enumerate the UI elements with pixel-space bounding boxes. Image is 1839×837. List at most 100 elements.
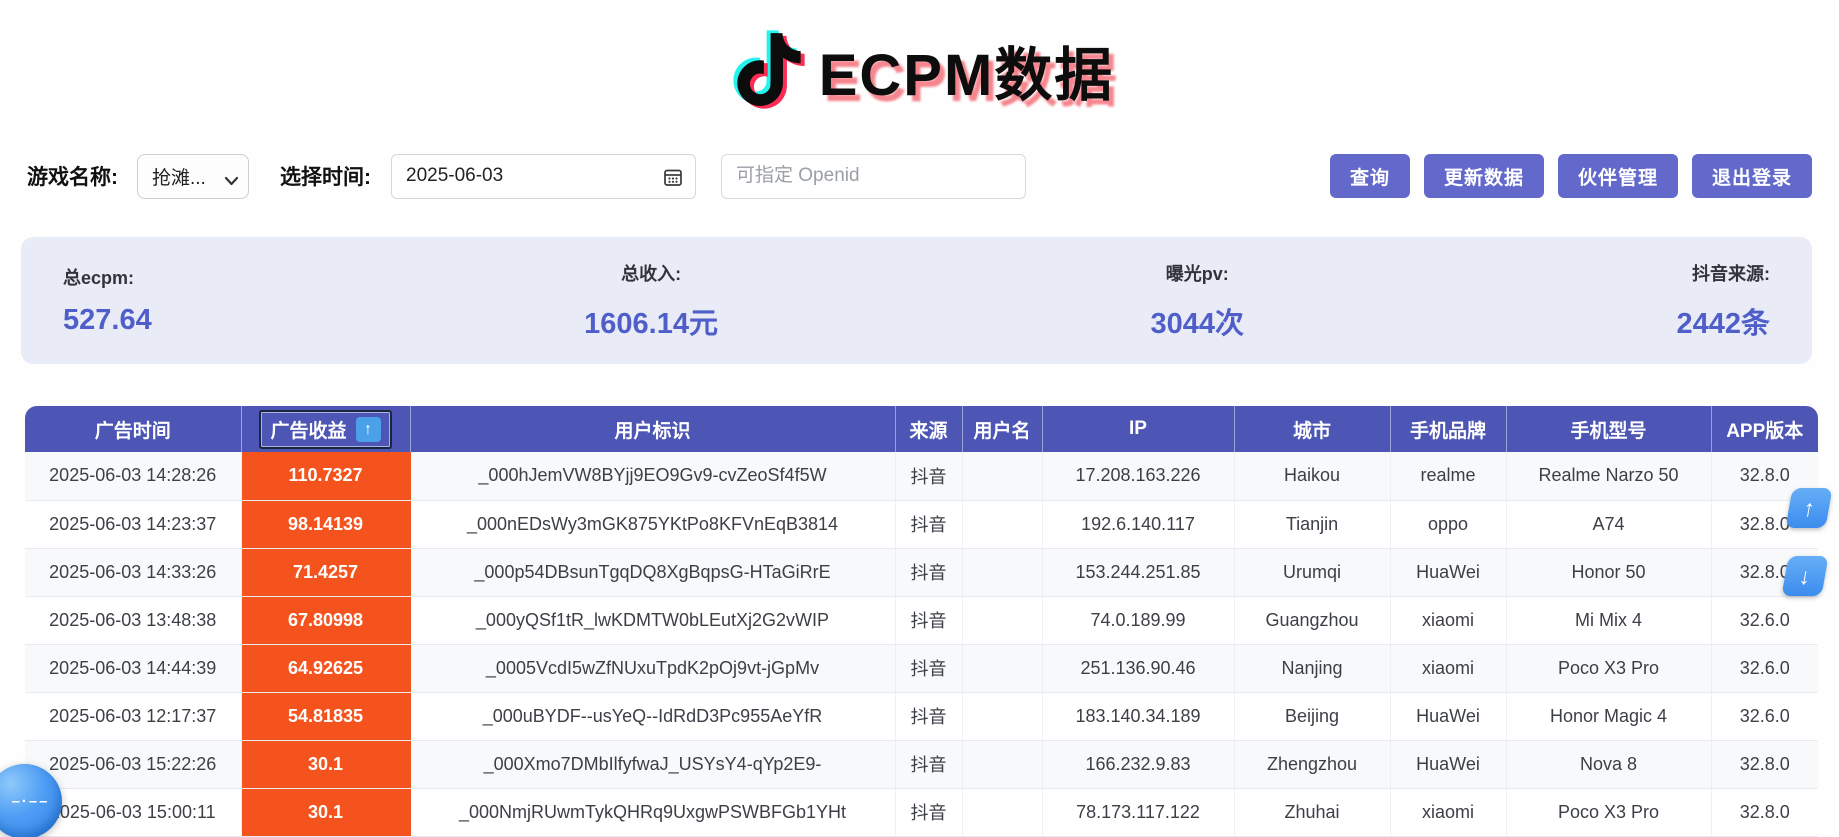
cell-ip: 251.136.90.46 — [1042, 644, 1234, 692]
col-ad-revenue-label: 广告收益 — [270, 416, 346, 443]
cell-source: 抖音 — [895, 788, 962, 836]
cell-phone-model: A74 — [1506, 500, 1711, 548]
openid-input[interactable] — [721, 154, 1026, 199]
cell-username — [962, 692, 1042, 740]
cell-ad-time: 2025-06-03 14:33:26 — [25, 548, 241, 596]
cell-app-version: 32.6.0 — [1711, 644, 1818, 692]
cell-ad-revenue: 110.7327 — [241, 452, 410, 500]
cell-phone-brand: oppo — [1390, 500, 1506, 548]
stat-label: 曝光pv: — [1150, 260, 1244, 286]
table-body: 2025-06-03 14:28:26110.7327_000hJemVW8BY… — [25, 452, 1818, 836]
game-select-value: 抢滩... — [152, 163, 206, 190]
cell-username — [962, 500, 1042, 548]
cell-city: Urumqi — [1234, 548, 1390, 596]
cell-phone-brand: HuaWei — [1390, 548, 1506, 596]
cell-ad-time: 2025-06-03 14:23:37 — [25, 500, 241, 548]
stat-total-ecpm: 总ecpm: 527.64 — [63, 264, 152, 337]
cell-phone-model: Poco X3 Pro — [1506, 788, 1711, 836]
logout-button[interactable]: 退出登录 — [1692, 154, 1812, 198]
cell-ip: 183.140.34.189 — [1042, 692, 1234, 740]
cell-phone-model: Honor Magic 4 — [1506, 692, 1711, 740]
stat-exposure-pv: 曝光pv: 3044次 — [1150, 260, 1244, 342]
cell-ad-time: 2025-06-03 15:22:26 — [25, 740, 241, 788]
col-phone-model: 手机型号 — [1506, 406, 1711, 452]
date-value: 2025-06-03 — [406, 165, 503, 187]
stat-label: 总ecpm: — [63, 264, 152, 290]
cell-source: 抖音 — [895, 500, 962, 548]
cell-app-version: 32.6.0 — [1711, 596, 1818, 644]
scroll-to-top-button[interactable]: ↑ — [1785, 488, 1832, 528]
cell-source: 抖音 — [895, 596, 962, 644]
stat-value: 1606.14元 — [584, 300, 718, 342]
cell-username — [962, 452, 1042, 500]
col-ad-revenue: 广告收益 ↑ — [241, 406, 410, 452]
cell-app-version: 32.8.0 — [1711, 740, 1818, 788]
cell-source: 抖音 — [895, 548, 962, 596]
cell-ad-revenue: 64.92625 — [241, 644, 410, 692]
cell-ip: 74.0.189.99 — [1042, 596, 1234, 644]
cell-ad-time: 2025-06-03 14:28:26 — [25, 452, 241, 500]
cell-city: Zhengzhou — [1234, 740, 1390, 788]
col-user-id: 用户标识 — [410, 406, 895, 452]
cell-user-id: _000uBYDF--usYeQ--IdRdD3Pc955AeYfR — [410, 692, 895, 740]
cell-app-version: 32.6.0 — [1711, 692, 1818, 740]
query-button[interactable]: 查询 — [1330, 154, 1410, 198]
col-phone-brand: 手机品牌 — [1390, 406, 1506, 452]
cell-ip: 192.6.140.117 — [1042, 500, 1234, 548]
stat-label: 总收入: — [584, 260, 718, 286]
cell-phone-model: Realme Narzo 50 — [1506, 452, 1711, 500]
scroll-to-bottom-button[interactable]: ↓ — [1781, 556, 1828, 596]
cell-username — [962, 548, 1042, 596]
cell-city: Beijing — [1234, 692, 1390, 740]
cell-app-version: 32.8.0 — [1711, 788, 1818, 836]
cell-source: 抖音 — [895, 692, 962, 740]
date-input[interactable]: 2025-06-03 — [391, 154, 696, 199]
cell-phone-brand: xiaomi — [1390, 788, 1506, 836]
stat-douyin-source: 抖音来源: 2442条 — [1676, 260, 1770, 342]
cell-ip: 153.244.251.85 — [1042, 548, 1234, 596]
cell-city: Zhuhai — [1234, 788, 1390, 836]
table-row: 2025-06-03 12:17:3754.81835_000uBYDF--us… — [25, 692, 1818, 740]
cell-ad-revenue: 54.81835 — [241, 692, 410, 740]
cell-phone-brand: xiaomi — [1390, 644, 1506, 692]
col-app-version: APP版本 — [1711, 406, 1818, 452]
cell-ad-revenue: 67.80998 — [241, 596, 410, 644]
cell-phone-model: Honor 50 — [1506, 548, 1711, 596]
cell-ad-revenue: 30.1 — [241, 740, 410, 788]
ecpm-dashboard-page: ECPM数据 游戏名称: 抢滩... 选择时间: 2025-06-03 查询 更… — [0, 0, 1839, 837]
cell-user-id: _000p54DBsunTgqDQ8XgBqpsG-HTaGiRrE — [410, 548, 895, 596]
cell-ad-time: 2025-06-03 12:17:37 — [25, 692, 241, 740]
table-row: 2025-06-03 14:44:3964.92625_0005VcdI5wZf… — [25, 644, 1818, 692]
table-row: 2025-06-03 14:28:26110.7327_000hJemVW8BY… — [25, 452, 1818, 500]
cell-ip: 78.173.117.122 — [1042, 788, 1234, 836]
chevron-down-icon — [224, 170, 239, 192]
cell-user-id: _000nEDsWy3mGK875YKtPo8KFVnEqB3814 — [410, 500, 895, 548]
cell-phone-brand: HuaWei — [1390, 740, 1506, 788]
table-row: 2025-06-03 15:00:1130.1_000NmjRUwmTykQHR… — [25, 788, 1818, 836]
stat-value: 3044次 — [1150, 300, 1244, 342]
cell-user-id: _000Xmo7DMbIlfyfwaJ_USYsY4-qYp2E9- — [410, 740, 895, 788]
cell-username — [962, 596, 1042, 644]
refresh-data-button[interactable]: 更新数据 — [1424, 154, 1544, 198]
cell-user-id: _000NmjRUwmTykQHRq9UxgwPSWBFGb1YHt — [410, 788, 895, 836]
table-header: 广告时间 广告收益 ↑ 用户标识 来源 用户名 IP 城市 手机品牌 手机型号 … — [25, 406, 1818, 452]
table-row: 2025-06-03 14:33:2671.4257_000p54DBsunTg… — [25, 548, 1818, 596]
cell-user-id: _000hJemVW8BYjj9EO9Gv9-cvZeoSf4f5W — [410, 452, 895, 500]
sort-ascending-button[interactable]: ↑ — [356, 417, 381, 442]
cell-phone-model: Poco X3 Pro — [1506, 644, 1711, 692]
cell-phone-brand: xiaomi — [1390, 596, 1506, 644]
time-label: 选择时间: — [280, 161, 371, 191]
partner-manage-button[interactable]: 伙伴管理 — [1558, 154, 1678, 198]
stat-value: 2442条 — [1676, 300, 1770, 342]
calendar-icon — [663, 167, 683, 187]
game-name-label: 游戏名称: — [27, 161, 118, 191]
col-source: 来源 — [895, 406, 962, 452]
page-header: ECPM数据 — [0, 0, 1839, 117]
game-select[interactable]: 抢滩... — [137, 154, 249, 199]
cell-username — [962, 740, 1042, 788]
revenue-sort-box: 广告收益 ↑ — [259, 410, 391, 449]
cell-city: Tianjin — [1234, 500, 1390, 548]
ecpm-table-container: 广告时间 广告收益 ↑ 用户标识 来源 用户名 IP 城市 手机品牌 手机型号 … — [25, 406, 1812, 837]
cell-source: 抖音 — [895, 740, 962, 788]
table-row: 2025-06-03 13:48:3867.80998_000yQSf1tR_l… — [25, 596, 1818, 644]
